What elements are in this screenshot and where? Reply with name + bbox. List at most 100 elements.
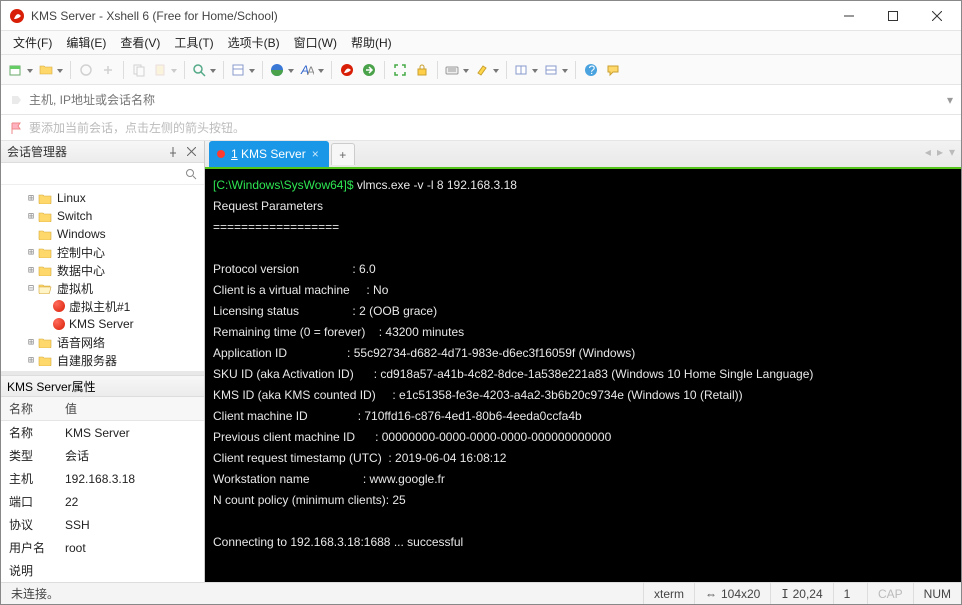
addressbar-arrow-icon[interactable] [9,93,23,107]
property-value: KMS Server [57,421,204,445]
menu-window[interactable]: 窗口(W) [288,32,343,53]
search-icon[interactable] [184,167,198,181]
menu-edit[interactable]: 编辑(E) [60,32,112,53]
hint-text: 要添加当前会话，点击左侧的箭头按钮。 [29,119,245,136]
tree-label: 虚拟主机#1 [69,298,130,315]
hint-flag-icon [9,121,23,135]
status-bar: 未连接。 xterm ⇔104x20 I20,24 1 CAP NUM [1,582,961,604]
tree-item[interactable]: ⊞ 自建服务器 [1,351,204,369]
tab-next-icon[interactable]: ▸ [937,145,943,159]
menu-help[interactable]: 帮助(H) [345,32,398,53]
feedback-button[interactable] [603,60,623,80]
folder-icon [37,209,53,223]
color-scheme-button[interactable] [268,60,296,80]
layout-vertical-button[interactable] [542,60,570,80]
tree-label: 自建服务器 [57,352,117,369]
copy-button[interactable] [129,60,149,80]
tree-expander[interactable]: ⊞ [25,265,37,276]
session-manager-panel: 会话管理器 ⊞Linux⊞SwitchWindows⊞控制中心⊞数据中心⊟虚拟机… [1,141,205,582]
new-session-button[interactable] [7,60,35,80]
properties-grid: 名称 值 名称KMS Server类型会话主机192.168.3.18端口22协… [1,397,204,582]
main-pane: 1 KMS Server × + ◂ ▸ ▾ [C:\Windows\SysWo… [205,141,961,582]
tree-item[interactable]: ⊞控制中心 [1,243,204,261]
terminal-prompt: [C:\Windows\SysWow64]$ [213,178,354,192]
session-tree[interactable]: ⊞Linux⊞SwitchWindows⊞控制中心⊞数据中心⊟虚拟机虚拟主机#1… [1,185,204,371]
properties-button[interactable] [229,60,257,80]
tree-item[interactable]: ⊞Switch [1,207,204,225]
new-tab-button[interactable]: + [331,143,355,165]
tab-label: KMS Server [241,147,306,161]
tree-item[interactable]: Windows [1,225,204,243]
property-name: 端口 [1,490,57,513]
tab-list-icon[interactable]: ▾ [949,145,955,159]
keyboard-button[interactable] [443,60,471,80]
tree-item[interactable]: ⊞ Linux [1,189,204,207]
menu-tools[interactable]: 工具(T) [168,32,219,53]
find-button[interactable] [190,60,218,80]
tree-expander[interactable]: ⊞ [25,193,37,204]
xftp-app-icon[interactable] [359,60,379,80]
tree-expander[interactable]: ⊞ [25,355,37,366]
panel-pin-icon[interactable] [166,145,180,159]
property-row: 协议SSH [1,513,204,536]
menu-tabs[interactable]: 选项卡(B) [222,32,286,53]
font-button[interactable]: AA [298,60,326,80]
terminal[interactable]: [C:\Windows\SysWow64]$ vlmcs.exe -v -l 8… [205,169,961,582]
tree-expander[interactable]: ⊞ [25,247,37,258]
terminal-command: vlmcs.exe -v -l 8 192.168.3.18 [354,178,517,192]
session-icon [53,318,65,330]
paste-button[interactable] [151,60,179,80]
address-input[interactable] [29,89,947,111]
lock-button[interactable] [412,60,432,80]
tree-expander[interactable]: ⊞ [25,211,37,222]
xshell-app-icon[interactable] [337,60,357,80]
main-toolbar: AA ? [1,55,961,85]
address-bar: ▾ [1,85,961,115]
tree-item[interactable]: ⊟ 虚拟机 [1,279,204,297]
properties-col-name[interactable]: 名称 [1,397,57,421]
property-value: 192.168.3.18 [57,467,204,490]
tree-label: 虚拟机 [57,280,93,297]
tree-label: KMS Server [69,317,134,331]
tree-item[interactable]: 虚拟主机#1 [1,297,204,315]
tab-close-icon[interactable]: × [312,147,319,161]
property-name: 主机 [1,467,57,490]
property-row: 说明 [1,559,204,582]
session-icon [53,300,65,312]
reconnect-button[interactable] [76,60,96,80]
tab-prev-icon[interactable]: ◂ [925,145,931,159]
status-rows: 1 [834,583,868,604]
app-icon [9,8,25,24]
property-name: 类型 [1,444,57,467]
tab-bar: 1 KMS Server × + ◂ ▸ ▾ [205,141,961,169]
panel-close-icon[interactable] [184,145,198,159]
tab-status-dot [217,150,225,158]
tree-label: 数据中心 [57,262,105,279]
tree-item[interactable]: ⊞语音网络 [1,333,204,351]
close-button[interactable] [915,2,959,30]
menu-file[interactable]: 文件(F) [7,32,58,53]
help-button[interactable]: ? [581,60,601,80]
tree-expander[interactable]: ⊞ [25,337,37,348]
tree-expander[interactable]: ⊟ [25,283,37,294]
properties-col-value[interactable]: 值 [57,397,204,421]
menu-view[interactable]: 查看(V) [114,32,166,53]
layout-horizontal-button[interactable] [512,60,540,80]
disconnect-button[interactable] [98,60,118,80]
open-session-button[interactable] [37,60,65,80]
property-row: 端口22 [1,490,204,513]
tree-item[interactable]: KMS Server [1,315,204,333]
maximize-button[interactable] [871,2,915,30]
tree-label: Linux [57,191,86,205]
tree-item[interactable]: ⊞ 数据中心 [1,261,204,279]
highlight-button[interactable] [473,60,501,80]
property-row: 用户名root [1,536,204,559]
addressbar-dropdown-icon[interactable]: ▾ [947,93,953,107]
status-num: NUM [914,583,961,604]
folder-icon [37,335,53,349]
minimize-button[interactable] [827,2,871,30]
status-connection: 未连接。 [1,583,644,604]
fullscreen-button[interactable] [390,60,410,80]
tab-kms-server[interactable]: 1 KMS Server × [209,141,329,167]
window-title: KMS Server - Xshell 6 (Free for Home/Sch… [31,9,827,23]
